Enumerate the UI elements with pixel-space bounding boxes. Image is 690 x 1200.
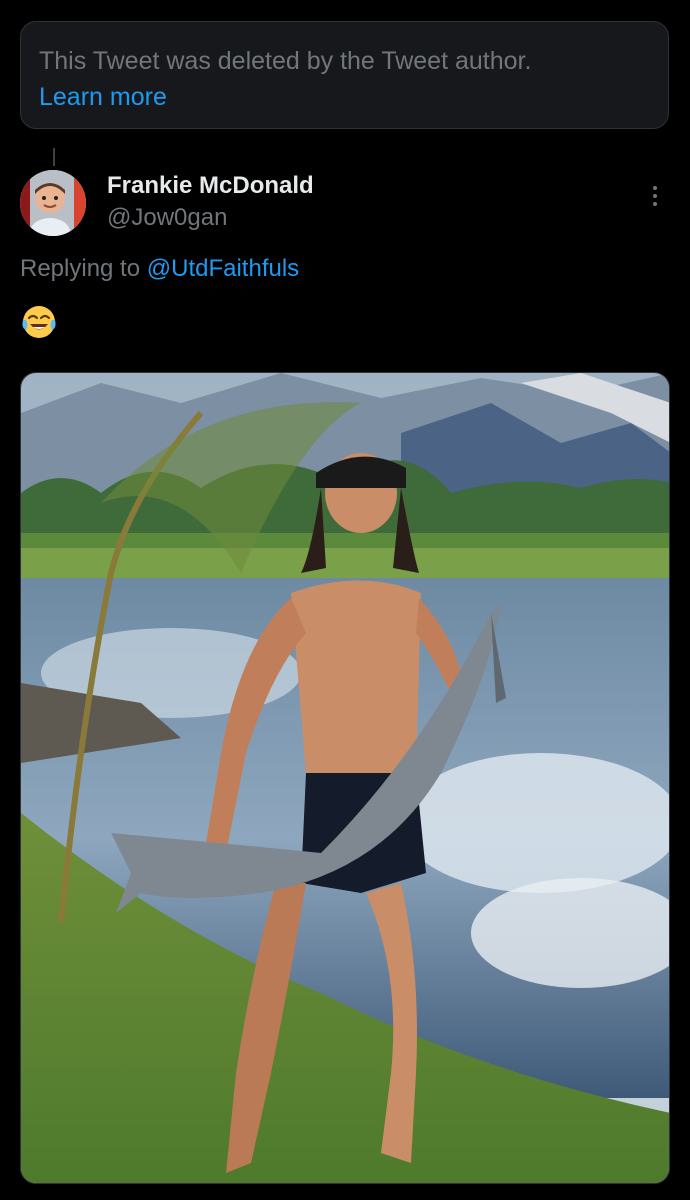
more-options-icon[interactable]: [640, 181, 670, 211]
deleted-tweet-notice: This Tweet was deleted by the Tweet auth…: [20, 21, 669, 129]
face-with-tears-of-joy-icon: [20, 303, 58, 341]
thread-connector-line: [53, 148, 55, 166]
tweet-photo[interactable]: [20, 372, 670, 1184]
author-handle[interactable]: @Jow0gan: [107, 204, 227, 232]
replying-to-line: Replying to @UtdFaithfuls: [20, 255, 299, 283]
avatar[interactable]: [20, 170, 86, 236]
learn-more-link[interactable]: Learn more: [39, 80, 650, 114]
replying-to-mention[interactable]: @UtdFaithfuls: [147, 255, 299, 282]
replying-to-label: Replying to: [20, 255, 147, 282]
author-name[interactable]: Frankie McDonald: [107, 172, 314, 200]
deleted-notice-text: This Tweet was deleted by the Tweet auth…: [39, 47, 532, 75]
